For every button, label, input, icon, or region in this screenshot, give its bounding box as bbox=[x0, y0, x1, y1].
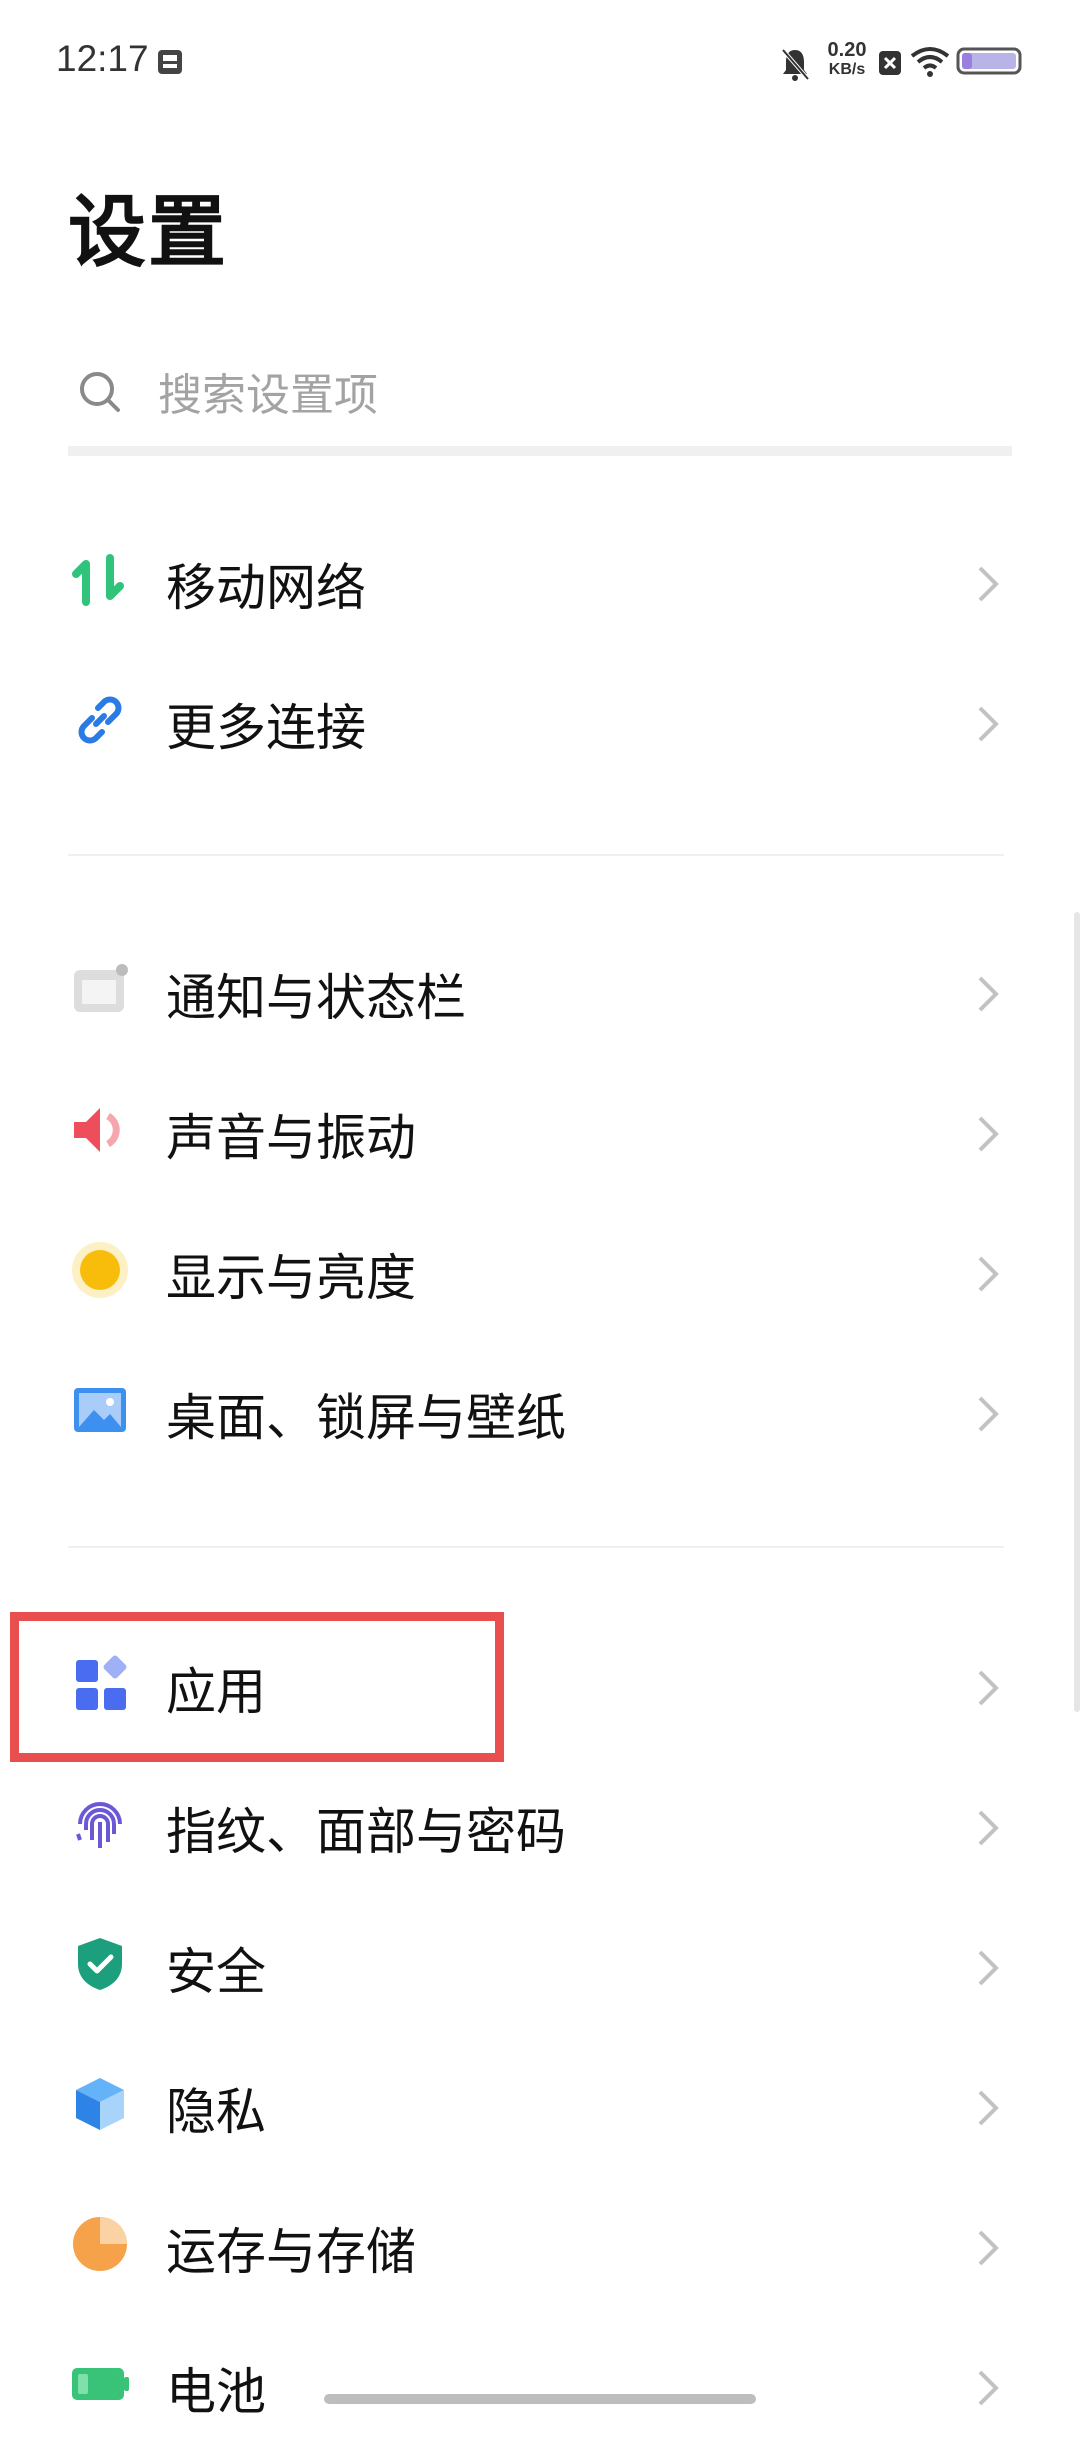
chevron-right-icon bbox=[978, 706, 999, 742]
scrollbar[interactable] bbox=[1074, 912, 1080, 1712]
storage-pie-icon bbox=[73, 2217, 127, 2271]
chevron-right-icon bbox=[978, 1670, 999, 1706]
notification-icon bbox=[74, 964, 128, 1012]
sim-card-icon bbox=[158, 50, 182, 74]
network-speed-value: 0.20 bbox=[827, 39, 867, 61]
speaker-icon bbox=[74, 1108, 120, 1152]
settings-item-label: 移动网络 bbox=[166, 559, 366, 617]
brightness-icon bbox=[72, 1242, 128, 1298]
section-divider bbox=[68, 854, 1004, 856]
chevron-right-icon bbox=[978, 1950, 999, 1986]
settings-item-label: 通知与状态栏 bbox=[166, 969, 466, 1027]
settings-item-notifications[interactable]: 通知与状态栏 bbox=[0, 920, 1080, 1060]
wifi-icon bbox=[910, 47, 950, 77]
settings-item-label: 声音与振动 bbox=[166, 1109, 416, 1167]
settings-item-label: 安全 bbox=[166, 1943, 266, 2001]
chevron-right-icon bbox=[978, 1116, 999, 1152]
network-speed: 0.20 KB/s bbox=[818, 40, 876, 78]
settings-item-label: 显示与亮度 bbox=[166, 1249, 416, 1307]
wallpaper-icon bbox=[74, 1388, 126, 1432]
chevron-right-icon bbox=[978, 1810, 999, 1846]
settings-item-fingerprint[interactable]: 指纹、面部与密码 bbox=[0, 1754, 1080, 1894]
chevron-right-icon bbox=[978, 566, 999, 602]
battery-status-icon bbox=[956, 47, 1022, 75]
mobile-network-icon bbox=[72, 554, 124, 606]
settings-item-storage[interactable]: 运存与存储 bbox=[0, 2174, 1080, 2314]
mute-bell-icon bbox=[781, 48, 810, 81]
settings-item-display[interactable]: 显示与亮度 bbox=[0, 1200, 1080, 1340]
chevron-right-icon bbox=[978, 1256, 999, 1292]
fingerprint-icon bbox=[76, 1802, 122, 1848]
settings-item-mobile-network[interactable]: 移动网络 bbox=[0, 510, 1080, 650]
status-time: 12:17 bbox=[56, 38, 149, 79]
search-icon bbox=[80, 372, 120, 412]
chevron-right-icon bbox=[978, 2090, 999, 2126]
home-indicator[interactable] bbox=[324, 2394, 756, 2404]
chevron-right-icon bbox=[978, 1396, 999, 1432]
settings-item-sound[interactable]: 声音与振动 bbox=[0, 1060, 1080, 1200]
settings-item-security[interactable]: 安全 bbox=[0, 1894, 1080, 2034]
settings-item-label: 运存与存储 bbox=[166, 2223, 416, 2281]
network-speed-unit: KB/s bbox=[828, 61, 866, 78]
privacy-cube-icon bbox=[76, 2078, 124, 2130]
chevron-right-icon bbox=[978, 976, 999, 1012]
chevron-right-icon bbox=[978, 2370, 999, 2406]
search-bar[interactable] bbox=[68, 358, 1012, 456]
link-icon bbox=[78, 696, 122, 744]
settings-item-label: 电池 bbox=[166, 2363, 266, 2421]
settings-item-label: 桌面、锁屏与壁纸 bbox=[166, 1389, 566, 1447]
page-title: 设置 bbox=[68, 188, 229, 278]
status-bar: 12:17 0.20 KB/s bbox=[0, 0, 1080, 128]
settings-item-more-connections[interactable]: 更多连接 bbox=[0, 650, 1080, 790]
chevron-right-icon bbox=[978, 2230, 999, 2266]
highlight-annotation-box bbox=[10, 1612, 504, 1762]
settings-item-battery[interactable]: 电池 bbox=[0, 2314, 1080, 2454]
settings-item-label: 隐私 bbox=[166, 2083, 266, 2141]
no-sim-icon bbox=[879, 51, 901, 75]
settings-item-privacy[interactable]: 隐私 bbox=[0, 2034, 1080, 2174]
settings-item-label: 更多连接 bbox=[166, 699, 366, 757]
search-input[interactable] bbox=[156, 364, 980, 426]
battery-icon bbox=[72, 2368, 129, 2400]
settings-item-label: 指纹、面部与密码 bbox=[166, 1803, 566, 1861]
settings-item-wallpaper[interactable]: 桌面、锁屏与壁纸 bbox=[0, 1340, 1080, 1480]
shield-icon bbox=[78, 1938, 122, 1990]
section-divider bbox=[68, 1546, 1004, 1548]
